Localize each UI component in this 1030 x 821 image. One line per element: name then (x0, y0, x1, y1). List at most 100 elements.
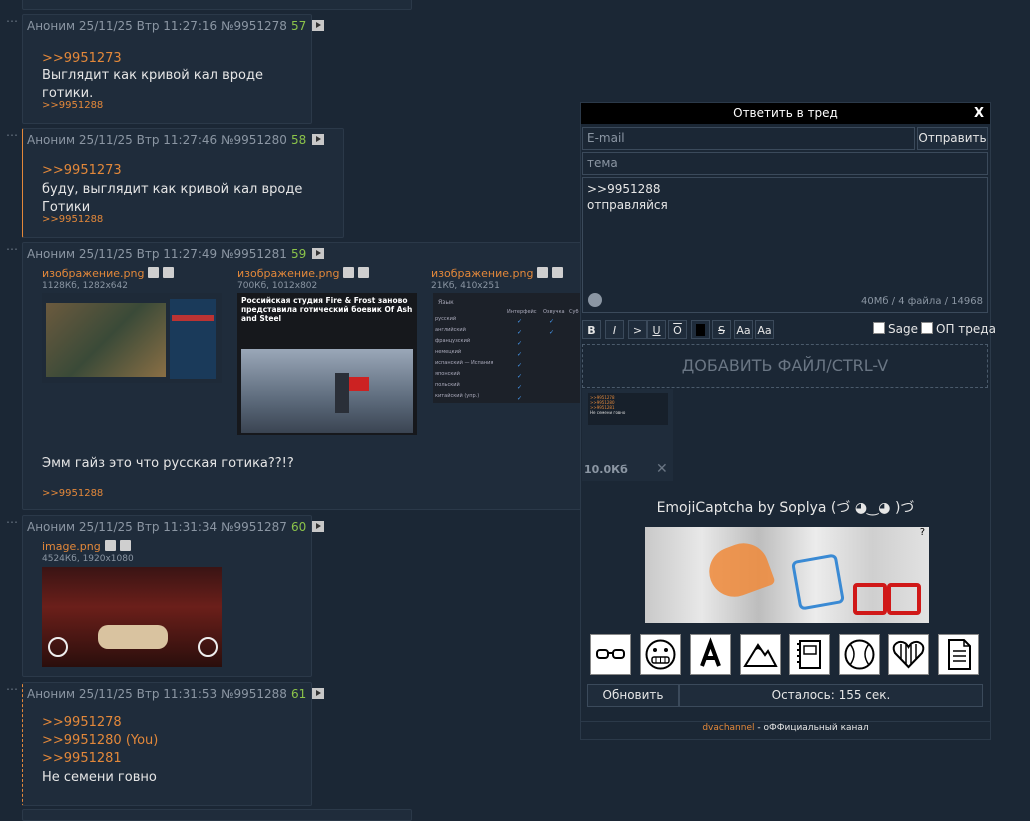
post-id[interactable]: №9951287 (221, 520, 287, 534)
post-menu-dots[interactable]: ⋯ (6, 242, 19, 256)
post-header: Аноним 25/11/25 Втр 11:27:49 №9951281 59 (27, 247, 325, 261)
file-name-link[interactable]: image.png (42, 540, 131, 553)
superscript-button[interactable]: Aa (734, 320, 753, 339)
attached-file: >>9951278 >>9951280 >>9951281 Не семени гов… (582, 389, 673, 481)
captcha-help[interactable]: ? (920, 527, 925, 538)
play-icon[interactable] (312, 688, 325, 699)
search-icon[interactable] (148, 267, 160, 278)
emoji-option-heart-icon[interactable] (888, 634, 929, 675)
post-9951278: Аноним 25/11/25 Втр 11:27:16 №9951278 57 … (22, 14, 325, 124)
overline-button[interactable]: O (668, 320, 687, 339)
send-button[interactable]: Отправить (917, 127, 988, 150)
emoji-picker-icon[interactable] (588, 293, 602, 307)
post-id[interactable]: №9951280 (221, 133, 287, 147)
post-text: буду, выглядит как кривой кал вроде Готи… (42, 182, 303, 215)
post-header: Аноним 25/11/25 Втр 11:31:53 №9951288 61 (27, 687, 325, 701)
post-author: Аноним (27, 687, 76, 701)
search-icon[interactable] (537, 267, 549, 278)
play-icon[interactable] (312, 248, 325, 259)
reply-form: Ответить в тред X E-mail Отправить тема >… (580, 102, 996, 740)
emoji-option-notebook-icon[interactable] (789, 634, 830, 675)
emoji-option-glasses-icon[interactable] (590, 634, 631, 675)
channel-link[interactable]: dvachannel (702, 723, 754, 733)
file-name-link[interactable]: изображение.png (431, 267, 564, 280)
post-menu-dots[interactable]: ⋯ (6, 128, 19, 142)
close-button[interactable]: X (974, 103, 984, 124)
post-menu-dots[interactable]: ⋯ (6, 515, 19, 529)
italic-button[interactable]: I (605, 320, 624, 339)
subject-field[interactable]: тема (582, 152, 988, 175)
bold-button[interactable]: B (582, 320, 601, 339)
play-icon[interactable] (312, 134, 325, 145)
post-stub (22, 0, 412, 10)
subscript-button[interactable]: Aa (755, 320, 774, 339)
quote-link[interactable]: >>9951273 (42, 51, 122, 66)
play-icon[interactable] (312, 521, 325, 532)
thumb-lang: польский (435, 382, 460, 388)
post-author: Аноним (27, 520, 76, 534)
image-thumbnail[interactable]: Язык Интерфейс Озвучка Суб русский англи… (433, 293, 581, 403)
post-text: Выглядит как кривой кал вроде готики. (42, 68, 263, 101)
image-thumbnail[interactable] (42, 567, 222, 667)
quote-link[interactable]: >>9951280 (You) (42, 733, 158, 748)
post-id[interactable]: №9951288 (221, 687, 287, 701)
message-line: отправляйся (587, 198, 668, 212)
captcha-timer: Осталось: 155 сек. (679, 684, 983, 707)
image-thumbnail[interactable] (42, 293, 222, 383)
post-header: Аноним 25/11/25 Втр 11:31:34 №9951287 60 (27, 520, 325, 534)
post-id[interactable]: №9951278 (221, 19, 287, 33)
post-id[interactable]: №9951281 (221, 247, 287, 261)
post-9951288: Аноним 25/11/25 Втр 11:31:53 №9951288 61 … (22, 682, 325, 806)
post-9951287: Аноним 25/11/25 Втр 11:31:34 №9951287 60 … (22, 515, 325, 677)
refresh-captcha-button[interactable]: Обновить (587, 684, 679, 707)
quote-button[interactable]: > (628, 320, 647, 339)
sage-checkbox[interactable]: Sage (873, 322, 918, 336)
download-icon[interactable] (552, 267, 564, 278)
play-icon[interactable] (312, 20, 325, 31)
notebook-shape (791, 553, 845, 611)
quote-link[interactable]: >>9951281 (42, 751, 122, 766)
limits-info: 40Мб / 4 файла / 14968 (860, 296, 983, 307)
reply-backlink[interactable]: >>9951288 (42, 488, 103, 499)
underline-button[interactable]: U (647, 320, 666, 339)
file-name-link[interactable]: изображение.png (237, 267, 370, 280)
quote-link[interactable]: >>9951278 (42, 715, 122, 730)
spoiler-button[interactable] (691, 320, 710, 339)
download-icon[interactable] (119, 540, 131, 551)
message-line: >>9951288 (587, 182, 661, 196)
post-author: Аноним (27, 247, 76, 261)
search-icon[interactable] (104, 540, 116, 551)
attached-size: 10.0Кб (584, 463, 628, 476)
post-count: 57 (290, 19, 307, 33)
op-checkbox[interactable]: ОП треда (921, 322, 996, 336)
reply-backlink[interactable]: >>9951288 (42, 214, 103, 225)
image-thumbnail[interactable]: Российская студия Fire & Frost заново пр… (237, 293, 417, 435)
emoji-option-grimace-face-icon[interactable] (640, 634, 681, 675)
post-author: Аноним (27, 133, 76, 147)
emoji-option-document-icon[interactable] (938, 634, 979, 675)
thumb-lang: испанский — Испания (435, 360, 494, 366)
thumb-lang: русский (435, 316, 457, 322)
search-icon[interactable] (343, 267, 355, 278)
captcha-image: ? (645, 527, 929, 623)
reply-form-title[interactable]: Ответить в тред X (581, 103, 990, 124)
footer-text: - оФФициальный канал (754, 723, 869, 733)
emoji-option-mountain-icon[interactable] (740, 634, 781, 675)
post-text: Не семени говно (42, 770, 157, 785)
post-menu-dots[interactable]: ⋯ (6, 682, 19, 696)
post-header: Аноним 25/11/25 Втр 11:27:16 №9951278 57 (27, 19, 325, 33)
emoji-option-baseball-icon[interactable] (839, 634, 880, 675)
download-icon[interactable] (358, 267, 370, 278)
download-icon[interactable] (163, 267, 175, 278)
email-field[interactable]: E-mail (582, 127, 915, 150)
emoji-option-letter-a-icon[interactable] (690, 634, 731, 675)
reply-backlink[interactable]: >>9951288 (42, 100, 103, 111)
remove-file-icon[interactable]: ✕ (656, 461, 668, 477)
message-textarea[interactable]: >>9951288 отправляйся 40Мб / 4 файла / 1… (582, 177, 988, 313)
file-name-link[interactable]: изображение.png (42, 267, 175, 280)
add-file-dropzone[interactable]: ДОБАВИТЬ ФАЙЛ/CTRL-V (582, 344, 988, 388)
strike-button[interactable]: S (712, 320, 731, 339)
quote-link[interactable]: >>9951273 (42, 163, 122, 178)
glasses-shape (853, 583, 887, 615)
post-menu-dots[interactable]: ⋯ (6, 14, 19, 28)
